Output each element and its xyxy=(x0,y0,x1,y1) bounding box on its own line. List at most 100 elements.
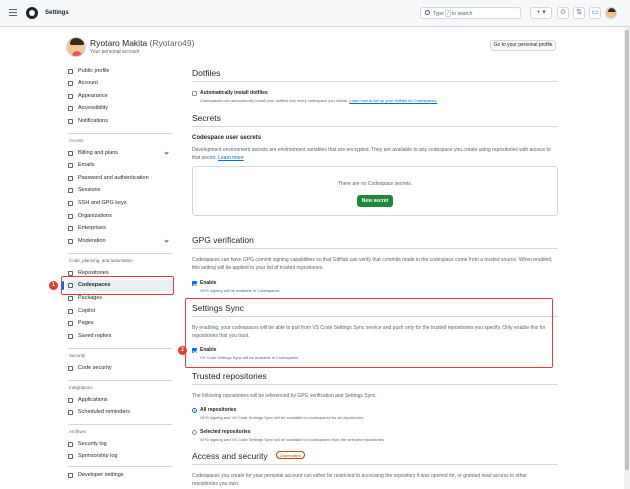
profile-avatar[interactable] xyxy=(66,37,86,57)
gpg-enable-label[interactable]: Enable xyxy=(200,280,216,286)
log-icon xyxy=(68,454,73,459)
sidebar-item-billing[interactable]: Billing and plans xyxy=(66,148,174,159)
new-secret-button[interactable]: New secret xyxy=(357,195,393,207)
selected-repositories-radio[interactable] xyxy=(192,430,197,435)
sidebar-item-public-profile[interactable]: Public profile xyxy=(66,66,174,77)
highlight-box-settings-sync xyxy=(185,298,553,368)
reply-icon xyxy=(68,334,73,339)
sidebar-item-sponsorship-log[interactable]: Sponsorship log xyxy=(66,451,174,462)
go-to-profile-button[interactable]: Go to your personal profile xyxy=(490,40,556,51)
search-icon xyxy=(425,10,430,15)
sidebar-heading-code: Code, planning, and automation xyxy=(69,258,133,263)
sidebar-item-password[interactable]: Password and authentication xyxy=(66,173,174,184)
shield-lock-icon xyxy=(68,176,73,181)
sidebar-divider xyxy=(68,424,172,425)
sidebar-item-pages[interactable]: Pages xyxy=(66,318,174,329)
sidebar-item-appearance[interactable]: Appearance xyxy=(66,91,174,102)
section-divider xyxy=(192,126,558,127)
sidebar-heading-security: Security xyxy=(69,353,86,358)
issues-icon: ⊙ xyxy=(560,9,566,16)
person-icon xyxy=(68,69,73,74)
search-placeholder: Type / to search xyxy=(433,10,473,17)
dotfiles-checkbox[interactable] xyxy=(192,91,197,96)
page-context-title[interactable]: Settings xyxy=(45,10,69,16)
codespace-user-secrets-heading: Codespace user secrets xyxy=(192,135,262,141)
sidebar-divider xyxy=(68,348,172,349)
scrollbar-thumb[interactable] xyxy=(625,30,629,470)
sidebar-item-account[interactable]: Account xyxy=(66,78,174,89)
secrets-learn-more-link[interactable]: Learn more xyxy=(218,155,244,161)
dotfiles-help-link[interactable]: Learn how to set up your dotfiles for Co… xyxy=(349,98,437,103)
sidebar-item-enterprises[interactable]: Enterprises xyxy=(66,223,174,234)
secrets-description: Development environment secrets are envi… xyxy=(192,147,551,161)
pull-requests-button[interactable]: ⇅ xyxy=(573,7,585,19)
browser-icon xyxy=(68,321,73,326)
sidebar-item-ssh-gpg[interactable]: SSH and GPG keys xyxy=(66,198,174,209)
apps-icon xyxy=(68,398,73,403)
gpg-enable-checkbox[interactable] xyxy=(192,281,197,286)
sidebar-item-applications[interactable]: Applications xyxy=(66,395,174,406)
search-input[interactable]: Type / to search xyxy=(420,7,521,19)
trusted-repositories-description: The following repositories will be refer… xyxy=(192,393,377,399)
dotfiles-description: Codespaces can automatically install you… xyxy=(200,98,438,103)
hamburger-icon[interactable] xyxy=(9,9,17,16)
step-marker-2: 2 xyxy=(178,346,187,355)
secrets-empty-state: There are no Codespace secrets. New secr… xyxy=(192,166,558,216)
section-title-dotfiles: Dotfiles xyxy=(192,68,221,78)
sidebar-item-security-log[interactable]: Security log xyxy=(66,439,174,450)
sidebar-item-scheduled-reminders[interactable]: Scheduled reminders xyxy=(66,407,174,418)
section-divider xyxy=(192,81,558,82)
gpg-enable-note: GPG signing will be available in Codespa… xyxy=(200,288,280,293)
bell-icon xyxy=(68,119,73,124)
chevron-down-icon xyxy=(164,150,169,155)
shield-icon xyxy=(68,366,73,371)
sidebar-item-notifications[interactable]: Notifications xyxy=(66,116,174,127)
profile-subtitle: Your personal account xyxy=(90,49,140,55)
globe-icon xyxy=(68,226,73,231)
dotfiles-checkbox-label[interactable]: Automatically install dotfiles xyxy=(200,90,268,96)
deprecated-badge: Deprecated xyxy=(276,451,305,459)
section-divider xyxy=(192,248,558,249)
sidebar-item-accessibility[interactable]: Accessibility xyxy=(66,103,174,114)
section-divider xyxy=(192,384,558,385)
package-icon xyxy=(68,296,73,301)
issues-button[interactable]: ⊙ xyxy=(557,7,569,19)
section-title-trusted-repositories: Trusted repositories xyxy=(192,371,267,381)
sidebar-item-developer-settings[interactable]: Developer settings xyxy=(66,470,174,481)
selected-repositories-note: GPG signing and VS Code Settings Sync wi… xyxy=(200,437,385,442)
selected-repositories-label[interactable]: Selected repositories xyxy=(200,429,251,435)
code-icon xyxy=(68,473,73,478)
sidebar-item-sessions[interactable]: Sessions xyxy=(66,185,174,196)
credit-card-icon xyxy=(68,151,73,156)
avatar[interactable] xyxy=(605,7,617,19)
sidebar-item-copilot[interactable]: Copilot xyxy=(66,306,174,317)
clock-icon xyxy=(68,410,73,415)
sidebar-divider xyxy=(68,253,172,254)
sidebar-item-moderation[interactable]: Moderation xyxy=(66,236,174,247)
copilot-icon xyxy=(68,309,73,314)
plus-icon: + ▾ xyxy=(536,9,546,16)
create-new-button[interactable]: + ▾ xyxy=(530,7,552,19)
inbox-button[interactable]: ▭ xyxy=(589,7,601,19)
sidebar-item-emails[interactable]: Emails xyxy=(66,160,174,171)
sidebar-item-saved-replies[interactable]: Saved replies xyxy=(66,331,174,342)
highlight-box-codespaces xyxy=(61,276,174,295)
pull-requests-icon: ⇅ xyxy=(576,9,582,16)
step-marker-1: 1 xyxy=(49,281,58,290)
sidebar-divider xyxy=(68,466,172,467)
all-repositories-label[interactable]: All repositories xyxy=(200,407,236,413)
sidebar-item-organizations[interactable]: Organizations xyxy=(66,211,174,222)
section-title-access-security: Access and security xyxy=(192,451,268,461)
gear-icon xyxy=(68,81,73,86)
sidebar-heading-access: Access xyxy=(69,138,84,143)
sidebar-divider xyxy=(68,133,172,134)
section-title-secrets: Secrets xyxy=(192,113,221,123)
sidebar-item-code-security[interactable]: Code security xyxy=(66,363,174,374)
github-logo[interactable] xyxy=(26,7,38,19)
all-repositories-radio[interactable] xyxy=(192,408,197,413)
chevron-down-icon xyxy=(164,238,169,243)
organization-icon xyxy=(68,214,73,219)
accessibility-icon xyxy=(68,106,73,111)
key-icon xyxy=(68,201,73,206)
section-divider xyxy=(192,464,558,465)
